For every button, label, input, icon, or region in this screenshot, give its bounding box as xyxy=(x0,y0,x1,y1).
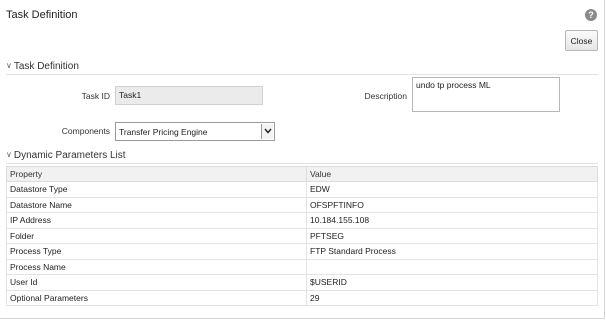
section-divider xyxy=(6,163,598,164)
task-id-label: Task ID xyxy=(81,91,110,101)
value-cell: EDW xyxy=(306,181,598,198)
section-title: Dynamic Parameters List xyxy=(13,150,126,161)
help-icon[interactable]: ? xyxy=(585,9,597,21)
property-cell: Datastore Name xyxy=(6,196,307,213)
dialog-title: Task Definition xyxy=(6,9,78,21)
table-row[interactable]: Folder PFTSEG xyxy=(6,227,598,244)
table-row[interactable]: User Id $USERID xyxy=(6,274,598,291)
table-row[interactable]: Datastore Name OFSPFTINFO xyxy=(6,196,598,213)
property-cell: Process Name xyxy=(6,258,307,275)
section-title: Task Definition xyxy=(13,61,79,72)
components-select[interactable]: Transfer Pricing Engine xyxy=(115,122,275,141)
value-cell xyxy=(306,258,598,275)
table-header-row: Property Value xyxy=(6,166,598,182)
table-row[interactable]: Datastore Type EDW xyxy=(6,181,598,198)
table-row[interactable]: Optional Parameters 29 xyxy=(6,289,598,306)
value-cell: FTP Standard Process xyxy=(306,243,598,260)
components-selected-value: Transfer Pricing Engine xyxy=(119,127,208,137)
chevron-down-icon: ∨ xyxy=(6,61,12,70)
property-cell: IP Address xyxy=(6,212,307,229)
property-cell: Optional Parameters xyxy=(6,289,307,306)
section-divider xyxy=(6,74,598,75)
dynamic-parameters-section-header[interactable]: ∨ Dynamic Parameters List xyxy=(6,150,126,161)
property-cell: Folder xyxy=(6,227,307,244)
value-cell: PFTSEG xyxy=(306,227,598,244)
parameters-table: Property Value Datastore Type EDW Datast… xyxy=(6,166,598,306)
components-label: Components xyxy=(61,126,110,136)
description-field[interactable]: undo tp process ML xyxy=(412,77,560,112)
column-header-value[interactable]: Value xyxy=(306,166,598,182)
table-row[interactable]: Process Type FTP Standard Process xyxy=(6,243,598,260)
chevron-down-icon[interactable] xyxy=(261,124,273,139)
task-id-field: Task1 xyxy=(115,86,263,105)
value-cell: $USERID xyxy=(306,274,598,291)
property-cell: User Id xyxy=(6,274,307,291)
table-row[interactable]: IP Address 10.184.155.108 xyxy=(6,212,598,229)
property-cell: Datastore Type xyxy=(6,181,307,198)
property-cell: Process Type xyxy=(6,243,307,260)
column-header-property[interactable]: Property xyxy=(6,166,307,182)
value-cell: 29 xyxy=(306,289,598,306)
value-cell: 10.184.155.108 xyxy=(306,212,598,229)
close-button[interactable]: Close xyxy=(565,30,598,51)
chevron-down-icon: ∨ xyxy=(6,150,12,159)
task-definition-section-header[interactable]: ∨ Task Definition xyxy=(6,61,79,72)
value-cell: OFSPFTINFO xyxy=(306,196,598,213)
table-row[interactable]: Process Name xyxy=(6,258,598,275)
description-label: Description xyxy=(364,91,407,101)
